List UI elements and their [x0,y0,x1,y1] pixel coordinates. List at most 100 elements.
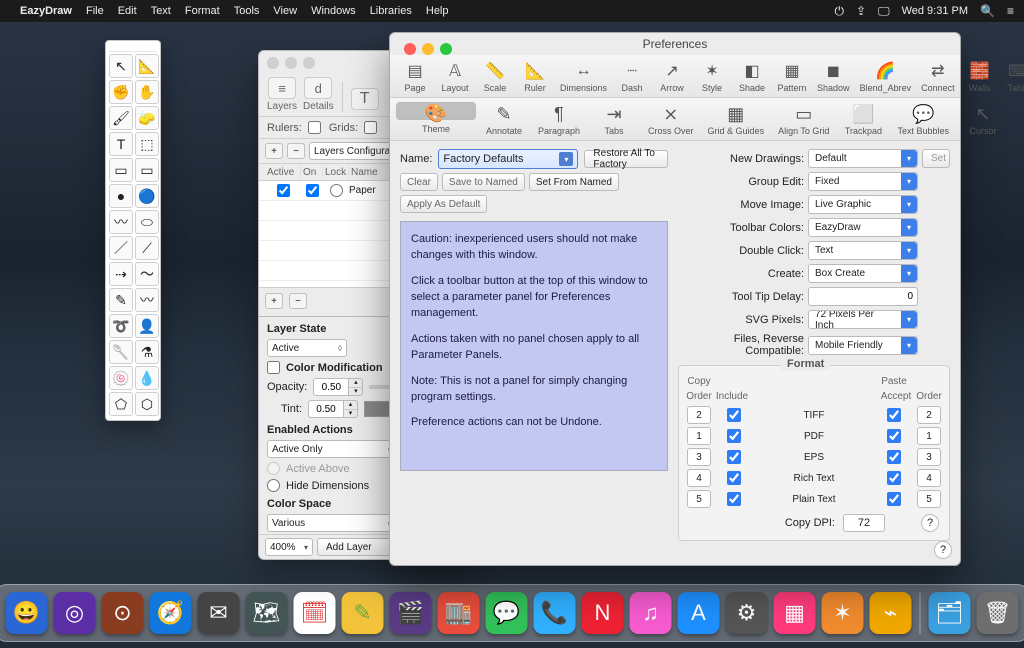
dock-app-icon[interactable]: A [678,592,720,634]
layer-active-checkbox[interactable] [277,184,290,197]
dock-app-icon[interactable]: 💬 [486,592,528,634]
dock-app-icon[interactable]: 😀 [6,592,48,634]
tool-0-1[interactable]: 📐 [135,54,159,78]
dock-app-icon[interactable]: 📞 [534,592,576,634]
minimize-button[interactable] [422,43,434,55]
include-checkbox[interactable] [727,408,741,422]
tool-1-1[interactable]: ✋ [135,80,159,104]
add-layer-button[interactable]: + [265,293,283,309]
paste-order-input[interactable]: 5 [917,490,941,508]
minimize-button[interactable] [285,57,297,69]
toolbar-cursor[interactable]: ↖Cursor [957,102,1009,136]
dock-app-icon[interactable]: 🗑 [977,592,1019,634]
paste-order-input[interactable]: 4 [917,469,941,487]
tool-9-1[interactable]: 〰 [135,288,159,312]
dock-app-icon[interactable]: ✶ [822,592,864,634]
accept-checkbox[interactable] [887,408,901,422]
toolbar-cross-over[interactable]: ⨯Cross Over [642,102,700,136]
tint-stepper[interactable]: ▴▾ [308,400,358,418]
tool-13-1[interactable]: ⬡ [135,392,159,416]
accept-checkbox[interactable] [887,471,901,485]
palette-drag-handle[interactable] [109,44,157,52]
include-checkbox[interactable] [727,471,741,485]
accept-checkbox[interactable] [887,429,901,443]
close-button[interactable] [267,57,279,69]
menu-windows[interactable]: Windows [311,5,356,17]
toolbar-page[interactable]: ▤Page [396,59,434,93]
tool-3-1[interactable]: ⬚ [135,132,159,156]
text-tool-icon[interactable]: T [351,88,379,110]
tool-10-1[interactable]: 👤 [135,314,159,338]
tool-13-0[interactable]: ⬠ [109,392,133,416]
color-mod-checkbox[interactable] [267,361,280,374]
dock-app-icon[interactable]: 🎬 [390,592,432,634]
toolbar-paragraph[interactable]: ¶Paragraph [532,102,586,136]
tool-2-0[interactable]: 🖌 [109,106,133,130]
toolbar-theme[interactable]: 🎨Theme [396,102,476,120]
include-checkbox[interactable] [727,429,741,443]
hide-dims-radio[interactable] [267,479,280,492]
dock-app-icon[interactable]: ✎ [342,592,384,634]
menu-edit[interactable]: Edit [118,5,137,17]
restore-button[interactable]: Restore All To Factory [584,150,668,168]
menu-view[interactable]: View [273,5,297,17]
tool-5-0[interactable]: ● [109,184,133,208]
tool-10-0[interactable]: ➰ [109,314,133,338]
menu-clock[interactable]: Wed 9:31 PM [902,5,968,17]
toolbar-arrow[interactable]: ↗Arrow [653,59,691,93]
copy-order-input[interactable]: 2 [687,406,711,424]
set-button[interactable]: Set [922,149,950,168]
add-config-button[interactable]: + [265,143,283,159]
tool-6-0[interactable]: 〰 [109,210,133,234]
pref-num-input[interactable] [808,287,918,306]
menu-text[interactable]: Text [151,5,171,17]
opacity-input[interactable] [313,378,349,396]
toolbar-align-to-grid[interactable]: ▭Align To Grid [772,102,835,136]
dock-app-icon[interactable]: N [582,592,624,634]
toolbar-dash[interactable]: ┈Dash [613,59,651,93]
window-help-button[interactable]: ? [934,541,952,559]
pref-select[interactable]: EazyDraw▾ [808,218,918,237]
enabled-actions-select[interactable]: Active Only◊ [267,440,397,458]
copy-dpi-input[interactable]: 72 [843,514,885,532]
dock-app-icon[interactable]: ◎ [54,592,96,634]
app-name[interactable]: EazyDraw [20,5,72,17]
pref-select[interactable]: Box Create▾ [808,264,918,283]
toolbar-dimensions[interactable]: ↔Dimensions [556,59,611,93]
name-combo[interactable]: Factory Defaults▾ [438,149,578,169]
copy-order-input[interactable]: 4 [687,469,711,487]
accept-checkbox[interactable] [887,450,901,464]
pref-select[interactable]: Fixed▾ [808,172,918,191]
tool-2-1[interactable]: 🧽 [135,106,159,130]
toolbar-annotate[interactable]: ✎Annotate [478,102,530,136]
apply-as-default-button[interactable]: Apply As Default [400,195,487,213]
include-checkbox[interactable] [727,450,741,464]
copy-order-input[interactable]: 3 [687,448,711,466]
color-space-select[interactable]: Various◊ [267,514,397,532]
dock-app-icon[interactable]: ⊙ [102,592,144,634]
copy-order-input[interactable]: 1 [687,427,711,445]
status-icon[interactable]: ⏻ [834,4,844,19]
toolbar-tablet[interactable]: ⌨Tablet [1001,59,1024,93]
tool-5-1[interactable]: 🔵 [135,184,159,208]
airplay-icon[interactable]: ⇪ [856,4,866,18]
tool-12-1[interactable]: 💧 [135,366,159,390]
layer-on-checkbox[interactable] [306,184,319,197]
zoom-button[interactable] [303,57,315,69]
tint-swatch[interactable] [364,401,392,417]
menu-help[interactable]: Help [426,5,449,17]
tool-11-0[interactable]: 🥄 [109,340,133,364]
dock-app-icon[interactable]: ✉ [198,592,240,634]
spotlight-icon[interactable]: 🔍 [980,4,995,18]
tool-7-0[interactable]: ／ [109,236,133,260]
toolbar-walls[interactable]: 🧱Walls [961,59,999,93]
toolbar-connect[interactable]: ⇄Connect [917,59,959,93]
toolbar-pattern[interactable]: ▦Pattern [773,59,811,93]
tool-12-0[interactable]: 🍥 [109,366,133,390]
opacity-stepper[interactable]: ▴▾ [313,378,363,396]
copy-order-input[interactable]: 5 [687,490,711,508]
dock-app-icon[interactable]: 🏬 [438,592,480,634]
tool-11-1[interactable]: ⚗ [135,340,159,364]
close-button[interactable] [404,43,416,55]
remove-layer-button[interactable]: − [289,293,307,309]
